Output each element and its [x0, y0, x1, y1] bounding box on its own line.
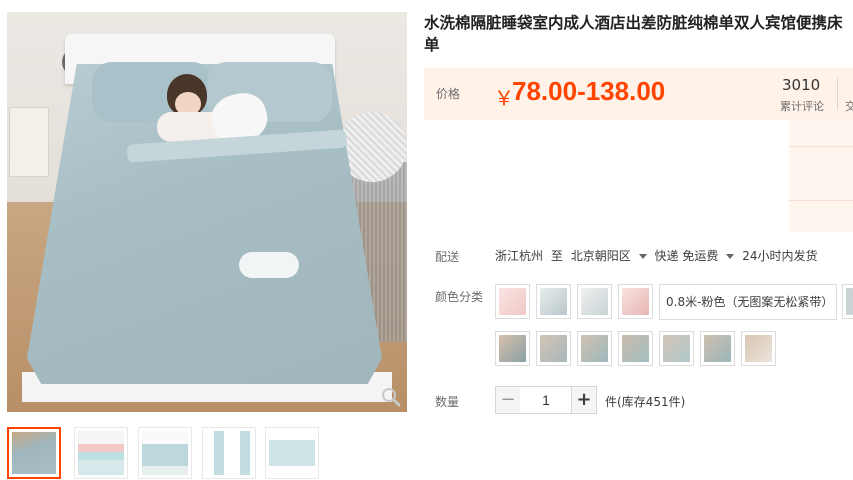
- caret-down-icon[interactable]: [638, 254, 647, 259]
- main-product-image[interactable]: [7, 12, 407, 412]
- thumbnail-2[interactable]: [74, 427, 128, 479]
- price-panel: 价格 ￥ 78.00-138.00 3010 累计评论 交: [424, 68, 853, 120]
- image-cloud-embroidery: [239, 252, 299, 278]
- stock-info: 件(库存451件): [605, 395, 686, 409]
- quantity-label: 数量: [435, 395, 460, 409]
- ship-dispatch: 24小时内发货: [742, 249, 818, 263]
- color-options-label: 颜色分类: [435, 290, 484, 304]
- price-label: 价格: [436, 87, 461, 101]
- color-option[interactable]: [577, 331, 612, 366]
- divider: [837, 78, 838, 110]
- shipping-info: 浙江杭州 至 北京朝阳区 快递 免运费 24小时内发货: [495, 247, 821, 264]
- shipping-label: 配送: [435, 250, 460, 264]
- ship-to-prefix: 至: [550, 249, 563, 263]
- color-option[interactable]: [495, 331, 530, 366]
- color-option[interactable]: [577, 284, 612, 319]
- image-bin: [9, 107, 49, 177]
- promo-area: [789, 120, 853, 232]
- thumbnail-1[interactable]: [7, 427, 61, 479]
- currency-symbol: ￥: [494, 86, 514, 110]
- product-title-wrap: 水洗棉隔脏睡袋室内成人酒店出差防脏纯棉单双人宾馆便携床单: [424, 12, 853, 60]
- reviews-count[interactable]: 3010: [782, 76, 820, 94]
- color-option[interactable]: [536, 331, 571, 366]
- price-value: 78.00-138.00: [512, 76, 666, 106]
- next-stat-label: 交: [845, 100, 853, 113]
- ship-method[interactable]: 快递 免运费: [655, 249, 719, 263]
- color-option[interactable]: [741, 331, 776, 366]
- thumbnail-5[interactable]: [265, 427, 319, 479]
- ship-from: 浙江杭州: [495, 249, 544, 263]
- color-option[interactable]: [536, 284, 571, 319]
- caret-down-icon[interactable]: [726, 254, 735, 259]
- color-option-selected[interactable]: 0.8米-粉色（无图案无松紧带）: [659, 284, 837, 320]
- product-title: 水洗棉隔脏睡袋室内成人酒店出差防脏纯棉单双人宾馆便携床单: [424, 14, 843, 54]
- color-option[interactable]: [842, 284, 853, 319]
- color-option[interactable]: [618, 331, 653, 366]
- product-page: 水洗棉隔脏睡袋室内成人酒店出差防脏纯棉单双人宾馆便携床单 价格 ￥ 78.00-…: [0, 0, 853, 480]
- color-option[interactable]: [618, 284, 653, 319]
- thumbnail-4[interactable]: [202, 427, 256, 479]
- color-option[interactable]: [659, 331, 694, 366]
- color-option[interactable]: [495, 284, 530, 319]
- magnifier-icon[interactable]: [380, 386, 402, 408]
- quantity-decrement-button[interactable]: −: [495, 386, 521, 414]
- thumbnail-3[interactable]: [138, 427, 192, 479]
- color-option[interactable]: [700, 331, 735, 366]
- reviews-label[interactable]: 累计评论: [780, 98, 824, 114]
- quantity-increment-button[interactable]: +: [571, 386, 597, 414]
- quantity-input[interactable]: 1: [520, 386, 572, 414]
- ship-destination[interactable]: 北京朝阳区: [571, 249, 631, 263]
